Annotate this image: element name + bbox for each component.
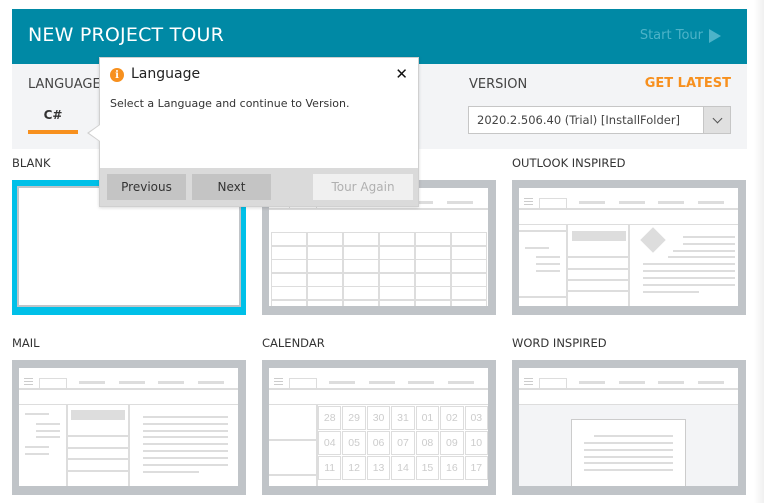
word-preview [519,368,738,486]
calendar-day-cell: 08 [415,431,440,455]
info-icon: i [110,68,124,82]
hamburger-icon [24,378,33,385]
outlook-preview [519,188,738,306]
hamburger-icon [524,378,533,385]
popup-title: Language [131,66,201,82]
calendar-day-cell: 29 [342,406,366,430]
hamburger-icon [274,378,283,385]
calendar-day-cell: 03 [464,406,488,430]
calendar-day-cell: 04 [318,431,342,455]
template-card-word-inspired[interactable] [512,360,746,495]
version-label: VERSION [469,77,528,92]
calendar-day-cell: 15 [415,456,440,480]
calendar-day-cell: 31 [391,406,415,430]
calendar-day-cell: 28 [318,406,342,430]
calendar-day-cell: 07 [391,431,415,455]
mail-preview [19,368,238,486]
calendar-day-cell: 02 [440,406,464,430]
version-dropdown-value: 2020.2.506.40 (Trial) [InstallFolder] [477,113,681,127]
calendar-day-cell: 05 [342,431,366,455]
calendar-day-cell: 09 [440,431,464,455]
calendar-preview: 28 29 30 31 01 02 03 04 05 06 07 08 09 10 11 12 13 14 15 16… [269,368,488,486]
dropdown-button[interactable] [703,107,730,133]
template-card-mail[interactable] [12,360,246,495]
tour-popup: i Language ✕ Select a Language and conti… [87,57,419,207]
language-tab-csharp[interactable]: C# [28,108,78,122]
popup-footer: Previous Next Tour Again [100,168,418,206]
header-bar: NEW PROJECT TOUR Start Tour [12,9,747,64]
template-label-blank: BLANK [12,156,51,170]
hamburger-icon [524,198,533,205]
popup-message: Select a Language and continue to Versio… [110,97,350,110]
calendar-day-cell: 11 [318,456,342,480]
calendar-day-cell: 06 [366,431,391,455]
chevron-down-icon [712,113,722,123]
calendar-day-cell: 10 [464,431,488,455]
calendar-grid: 28 29 30 31 01 02 03 04 05 06 07 08 09 10 11 12 13 14 15 16… [318,406,488,486]
start-tour-label: Start Tour [639,28,703,43]
calendar-day-cell: 14 [391,456,415,480]
tour-again-button[interactable]: Tour Again [313,174,413,200]
language-tab-indicator [28,130,78,134]
template-label-outlook: OUTLOOK INSPIRED [512,156,626,170]
popup-pointer [87,124,100,142]
template-label-calendar: CALENDAR [262,336,325,350]
calendar-day-cell: 17 [464,456,488,480]
calendar-day-cell: 12 [342,456,366,480]
language-label: LANGUAGE [28,77,101,92]
next-button[interactable]: Next [192,174,271,200]
calendar-day-cell: 13 [366,456,391,480]
template-card-calendar[interactable]: 28 29 30 31 01 02 03 04 05 06 07 08 09 10 11 12 13 14 15 16… [262,360,496,495]
calendar-day-cell: 16 [440,456,464,480]
play-icon [709,28,721,43]
page-title: NEW PROJECT TOUR [28,24,225,46]
scrollbar-track[interactable] [754,0,764,503]
close-icon[interactable]: ✕ [395,65,408,83]
get-latest-link[interactable]: GET LATEST [645,76,731,91]
template-card-outlook-inspired[interactable] [512,180,746,315]
template-label-word: WORD INSPIRED [512,336,607,350]
calendar-day-cell: 30 [366,406,391,430]
start-tour-button[interactable]: Start Tour [640,28,721,43]
previous-button[interactable]: Previous [107,174,186,200]
calendar-day-cell: 01 [415,406,440,430]
version-dropdown[interactable]: 2020.2.506.40 (Trial) [InstallFolder] [468,106,731,134]
template-label-mail: MAIL [12,336,40,350]
